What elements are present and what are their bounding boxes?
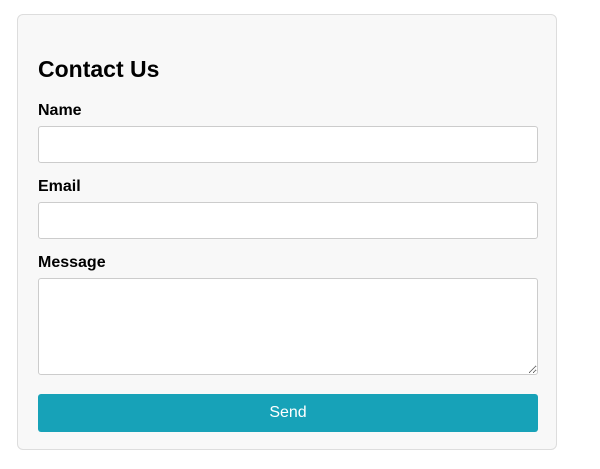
contact-form-card: Contact Us Name Email Message Send [17, 14, 557, 450]
name-label: Name [38, 102, 82, 119]
email-label: Email [38, 178, 81, 195]
message-textarea[interactable] [38, 278, 538, 375]
name-input[interactable] [38, 126, 538, 163]
email-input[interactable] [38, 202, 538, 239]
send-button[interactable]: Send [38, 394, 538, 432]
message-label: Message [38, 254, 106, 271]
form-title: Contact Us [38, 56, 160, 82]
